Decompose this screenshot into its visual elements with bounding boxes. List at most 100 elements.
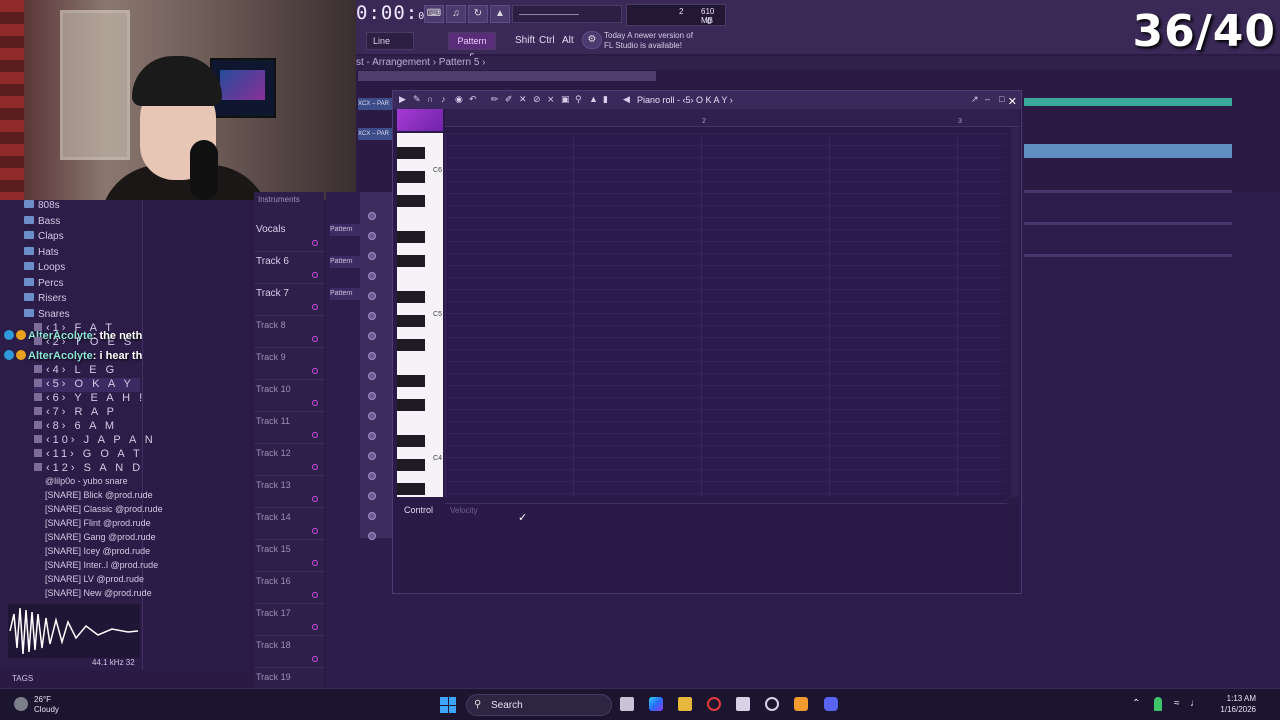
- playback-icon[interactable]: ▮: [603, 94, 613, 105]
- browser-file[interactable]: @lilp0o - yubo snare: [45, 476, 128, 490]
- channel-knob[interactable]: [368, 472, 376, 480]
- control-label[interactable]: Control: [404, 505, 433, 515]
- track-mute-icon[interactable]: [312, 624, 318, 630]
- piano-roll-note-grid[interactable]: [445, 133, 1007, 497]
- channel-knob[interactable]: [368, 332, 376, 340]
- browser-item[interactable]: ‹6› Y E A H !: [34, 392, 145, 406]
- channel-knob[interactable]: [368, 392, 376, 400]
- browser-folder[interactable]: Loops: [24, 262, 65, 276]
- piano-black-key[interactable]: [397, 291, 425, 303]
- browser-folder[interactable]: Claps: [24, 231, 64, 245]
- task-view-icon[interactable]: [620, 697, 634, 711]
- pattern-selector[interactable]: Pattern 5: [448, 32, 496, 62]
- start-windows-icon[interactable]: [440, 697, 456, 713]
- wait-record-icon[interactable]: ↻: [468, 5, 488, 23]
- minimize-icon[interactable]: –: [985, 94, 995, 105]
- audio-clip[interactable]: [1024, 144, 1232, 158]
- track-header[interactable]: Track 13: [254, 476, 324, 508]
- track-mute-icon[interactable]: [312, 368, 318, 374]
- track-header[interactable]: Track 8: [254, 316, 324, 348]
- track-header[interactable]: Track 12: [254, 444, 324, 476]
- undo-icon[interactable]: ↶: [469, 94, 479, 105]
- tools-icon[interactable]: ✎: [413, 94, 423, 105]
- track-mute-icon[interactable]: [312, 560, 318, 566]
- piano-black-key[interactable]: [397, 483, 425, 495]
- piano-roll-title-bar[interactable]: ▶ ✎ ∩ ♪ ◉ ↶ ✏ ✐ ✕ ⊘ ⨯ ▣ ⚲ ▲ ▮ ◀ Piano ro…: [393, 91, 1021, 109]
- channel-knob[interactable]: [368, 292, 376, 300]
- wifi-icon[interactable]: ≈: [1174, 697, 1188, 711]
- track-header[interactable]: Track 6: [254, 252, 324, 284]
- track-header[interactable]: Track 7: [254, 284, 324, 316]
- track-mute-icon[interactable]: [312, 400, 318, 406]
- alt-button[interactable]: Alt: [562, 31, 574, 51]
- copilot-icon[interactable]: [649, 697, 663, 711]
- piano-black-key[interactable]: [397, 339, 425, 351]
- browser-folder[interactable]: 808s: [24, 200, 60, 214]
- play-icon[interactable]: ▶: [399, 94, 409, 105]
- volume-icon[interactable]: ♩: [1190, 697, 1204, 711]
- track-mute-icon[interactable]: [312, 240, 318, 246]
- audio-clip[interactable]: [1024, 190, 1232, 193]
- tags-label[interactable]: TAGS: [12, 674, 33, 683]
- arrangement-scrollbar[interactable]: [358, 71, 656, 81]
- browser-file[interactable]: [SNARE] Flint @prod.rude: [45, 518, 151, 532]
- pattern-clip[interactable]: Pattern: [330, 288, 360, 300]
- browser-file[interactable]: [SNARE] Inter..l @prod.rude: [45, 560, 158, 574]
- metronome-icon[interactable]: ▲: [490, 5, 510, 23]
- song-time-display[interactable]: 0:00:00: [356, 2, 432, 24]
- track-mute-icon[interactable]: [312, 304, 318, 310]
- browser-folder[interactable]: Percs: [24, 277, 64, 292]
- channel-knob[interactable]: [368, 352, 376, 360]
- event-editor[interactable]: [445, 503, 1007, 593]
- piano-roll-time-ruler[interactable]: 2 3: [445, 109, 1019, 127]
- audio-clip[interactable]: [1024, 98, 1232, 106]
- audio-clip[interactable]: [1024, 254, 1232, 257]
- piano-black-key[interactable]: [397, 195, 425, 207]
- browser-file[interactable]: [SNARE] Classic @prod.rude: [45, 504, 163, 518]
- piano-black-key[interactable]: [397, 435, 425, 447]
- piano-keyboard[interactable]: C6 C5 C4: [397, 133, 443, 497]
- browser-folder[interactable]: Bass: [24, 215, 60, 230]
- channel-knob[interactable]: [368, 212, 376, 220]
- channel-clip[interactable]: XCX – PAR: [358, 98, 392, 110]
- channel-knob[interactable]: [368, 232, 376, 240]
- track-header[interactable]: Track 14: [254, 508, 324, 540]
- news-icon[interactable]: ⚙: [582, 31, 602, 49]
- magnet-icon[interactable]: ∩: [427, 94, 437, 105]
- snap-select[interactable]: Line: [366, 32, 414, 50]
- shift-button[interactable]: Shift: [515, 31, 535, 51]
- browser-folder[interactable]: Snares: [24, 308, 70, 323]
- channel-knob[interactable]: [368, 252, 376, 260]
- browser-item[interactable]: ‹11› G O A T: [34, 448, 143, 462]
- piano-black-key[interactable]: [397, 231, 425, 243]
- channel-knob[interactable]: [368, 412, 376, 420]
- browser-item[interactable]: ‹2› T O E S: [34, 336, 134, 350]
- channel-knob[interactable]: [368, 492, 376, 500]
- weather-widget[interactable]: 26°F Cloudy: [34, 695, 59, 715]
- file-explorer-icon[interactable]: [678, 697, 692, 711]
- browser-item[interactable]: ‹8› 6 A M: [34, 420, 117, 434]
- track-mute-icon[interactable]: [312, 432, 318, 438]
- channel-knob[interactable]: [368, 432, 376, 440]
- channel-knob[interactable]: [368, 512, 376, 520]
- browser-item[interactable]: ‹5› O K A Y: [34, 378, 140, 392]
- typing-keyboard-icon[interactable]: ⌨: [424, 5, 444, 23]
- store-icon[interactable]: [736, 697, 750, 711]
- audio-clip[interactable]: [1024, 222, 1232, 225]
- track-header[interactable]: Track 17: [254, 604, 324, 636]
- track-header[interactable]: Vocals: [254, 220, 324, 252]
- taskbar-search[interactable]: ⚲ Search: [466, 694, 612, 716]
- channel-knob[interactable]: [368, 272, 376, 280]
- news-panel[interactable]: Today A newer version of FL Studio is av…: [604, 31, 704, 51]
- ctrl-button[interactable]: Ctrl: [539, 31, 555, 51]
- piano-black-key[interactable]: [397, 255, 425, 267]
- browser-folder[interactable]: Risers: [24, 293, 66, 307]
- browser-file[interactable]: [SNARE] New @prod.rude: [45, 588, 152, 602]
- track-header[interactable]: Track 9: [254, 348, 324, 380]
- system-clock[interactable]: 1:13 AM 1/16/2026: [1220, 693, 1256, 715]
- sample-waveform-preview[interactable]: [8, 604, 140, 658]
- browser-file[interactable]: [SNARE] Icey @prod.rude: [45, 546, 150, 560]
- chevron-left-icon[interactable]: ◀: [623, 94, 633, 105]
- channel-clip[interactable]: XCX – PAR: [358, 128, 392, 140]
- browser-folder[interactable]: Hats: [24, 246, 59, 261]
